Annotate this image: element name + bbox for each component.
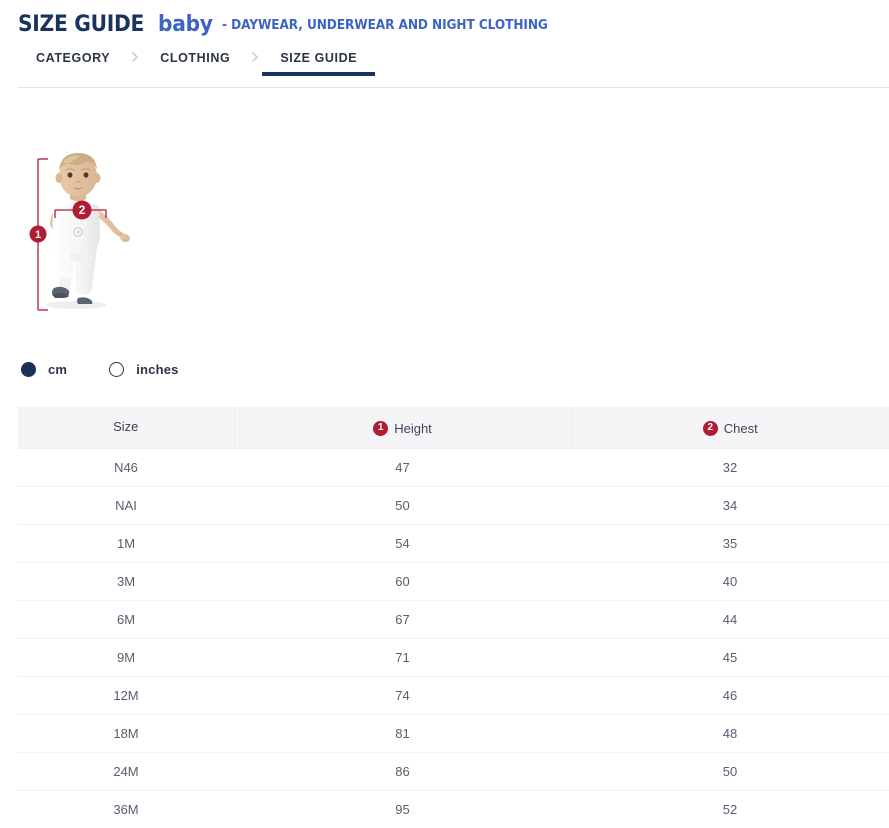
cell-chest: 32 [571,448,889,486]
size-table-wrap: Size 1 Height 2 Chest [0,407,889,828]
cell-chest: 35 [571,524,889,562]
page-header: SIZE GUIDE baby - DAYWEAR, UNDERWEAR AND N… [0,0,889,36]
table-row: N46 47 32 [18,448,889,486]
table-row: 12M 74 46 [18,676,889,714]
chevron-right-icon [128,50,142,64]
page-title: SIZE GUIDE baby - DAYWEAR, UNDERWEAR AND N… [18,14,889,36]
cell-chest: 45 [571,638,889,676]
column-header-chest-label: Chest [724,421,758,436]
cell-size: 12M [18,676,234,714]
cell-chest: 40 [571,562,889,600]
cell-chest: 46 [571,676,889,714]
cell-height: 54 [234,524,571,562]
table-row: 24M 86 50 [18,752,889,790]
table-row: 3M 60 40 [18,562,889,600]
table-header-row: Size 1 Height 2 Chest [18,407,889,448]
chevron-right-icon-2 [248,50,262,64]
table-row: 18M 81 48 [18,714,889,752]
breadcrumb-tabs: CATEGORY CLOTHING SIZE GUIDE [0,52,889,88]
cell-size: N46 [18,448,234,486]
badge-chest-icon: 2 [703,421,718,436]
cell-chest: 34 [571,486,889,524]
column-header-height-label: Height [394,421,432,436]
cell-chest: 48 [571,714,889,752]
tabs-divider [18,87,889,88]
cell-size: 18M [18,714,234,752]
cell-height: 74 [234,676,571,714]
cell-height: 50 [234,486,571,524]
table-head: Size 1 Height 2 Chest [18,407,889,448]
column-header-height: 1 Height [234,407,571,448]
cell-size: 36M [18,790,234,828]
cell-height: 60 [234,562,571,600]
measurement-figure-area: 1 2 [0,148,889,398]
cell-size: NAI [18,486,234,524]
column-header-chest: 2 Chest [571,407,889,448]
page-title-main: SIZE GUIDE [18,14,144,36]
tab-category[interactable]: CATEGORY [18,52,128,76]
badge-height-icon: 1 [373,421,388,436]
marker-badge-height: 1 [30,226,47,243]
cell-height: 47 [234,448,571,486]
tab-clothing[interactable]: CLOTHING [142,52,248,76]
cell-height: 95 [234,790,571,828]
baby-figure-illustration: 1 2 [18,148,168,318]
page-title-category: baby [158,14,213,36]
cell-height: 71 [234,638,571,676]
column-header-size-label: Size [113,419,138,434]
cell-size: 6M [18,600,234,638]
cell-chest: 52 [571,790,889,828]
svg-text:2: 2 [79,203,86,217]
svg-text:1: 1 [35,229,41,241]
cell-height: 67 [234,600,571,638]
table-row: NAI 50 34 [18,486,889,524]
table-row: 9M 71 45 [18,638,889,676]
marker-badge-chest: 2 [73,201,92,220]
table-row: 36M 95 52 [18,790,889,828]
cell-height: 81 [234,714,571,752]
column-header-size: Size [18,407,234,448]
cell-size: 9M [18,638,234,676]
cell-size: 24M [18,752,234,790]
cell-size: 3M [18,562,234,600]
cell-size: 1M [18,524,234,562]
breadcrumb: CATEGORY CLOTHING SIZE GUIDE [0,52,889,88]
table-row: 6M 67 44 [18,600,889,638]
cell-height: 86 [234,752,571,790]
table-row: 1M 54 35 [18,524,889,562]
table-body: N46 47 32 NAI 50 34 1M 54 35 3M 60 40 6M [18,448,889,828]
page-title-subtitle: - DAYWEAR, UNDERWEAR AND NIGHT CLOTHING [222,19,548,33]
cell-chest: 50 [571,752,889,790]
tab-size-guide[interactable]: SIZE GUIDE [262,52,375,76]
size-guide-table: Size 1 Height 2 Chest [18,407,889,828]
cell-chest: 44 [571,600,889,638]
